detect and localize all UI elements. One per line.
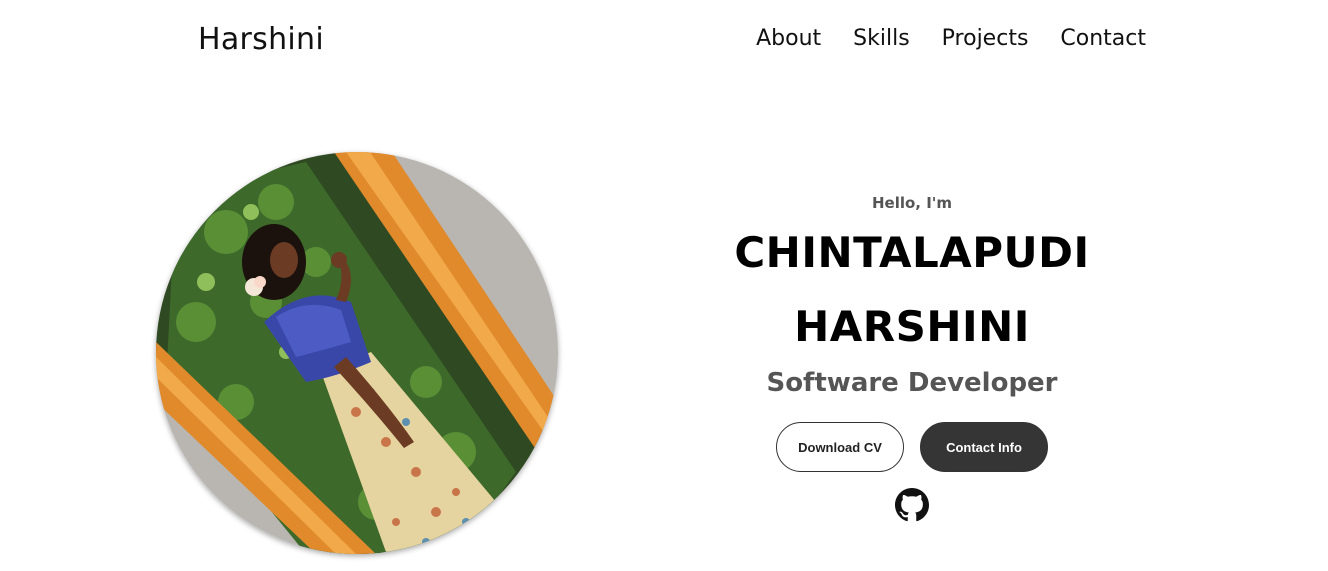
hero-section: Hello, I'm CHINTALAPUDI HARSHINI Softwar… — [700, 190, 1124, 522]
nav-link-about[interactable]: About — [756, 26, 821, 51]
nav-link-skills[interactable]: Skills — [853, 26, 910, 51]
profile-picture — [156, 152, 558, 554]
job-title: Software Developer — [766, 368, 1058, 398]
nav-link-projects[interactable]: Projects — [942, 26, 1029, 51]
name-line-2: HARSHINI — [794, 302, 1030, 351]
person-name: CHINTALAPUDI HARSHINI — [700, 216, 1124, 364]
nav-link-contact[interactable]: Contact — [1060, 26, 1146, 51]
nav-item-skills: Skills — [853, 26, 910, 51]
hero-buttons: Download CV Contact Info — [700, 422, 1124, 472]
top-nav: Harshini About Skills Projects Contact — [0, 0, 1328, 85]
name-line-1: CHINTALAPUDI — [734, 228, 1090, 277]
download-cv-button[interactable]: Download CV — [776, 422, 904, 472]
social-links — [700, 488, 1124, 522]
github-icon[interactable] — [895, 488, 929, 522]
site-logo[interactable]: Harshini — [198, 22, 324, 57]
nav-item-projects: Projects — [942, 26, 1029, 51]
nav-links: About Skills Projects Contact — [756, 26, 1146, 51]
profile-photo-illustration — [156, 152, 558, 554]
greeting-text: Hello, I'm — [871, 194, 953, 212]
nav-item-contact: Contact — [1060, 26, 1146, 51]
contact-info-button[interactable]: Contact Info — [920, 422, 1048, 472]
nav-item-about: About — [756, 26, 821, 51]
